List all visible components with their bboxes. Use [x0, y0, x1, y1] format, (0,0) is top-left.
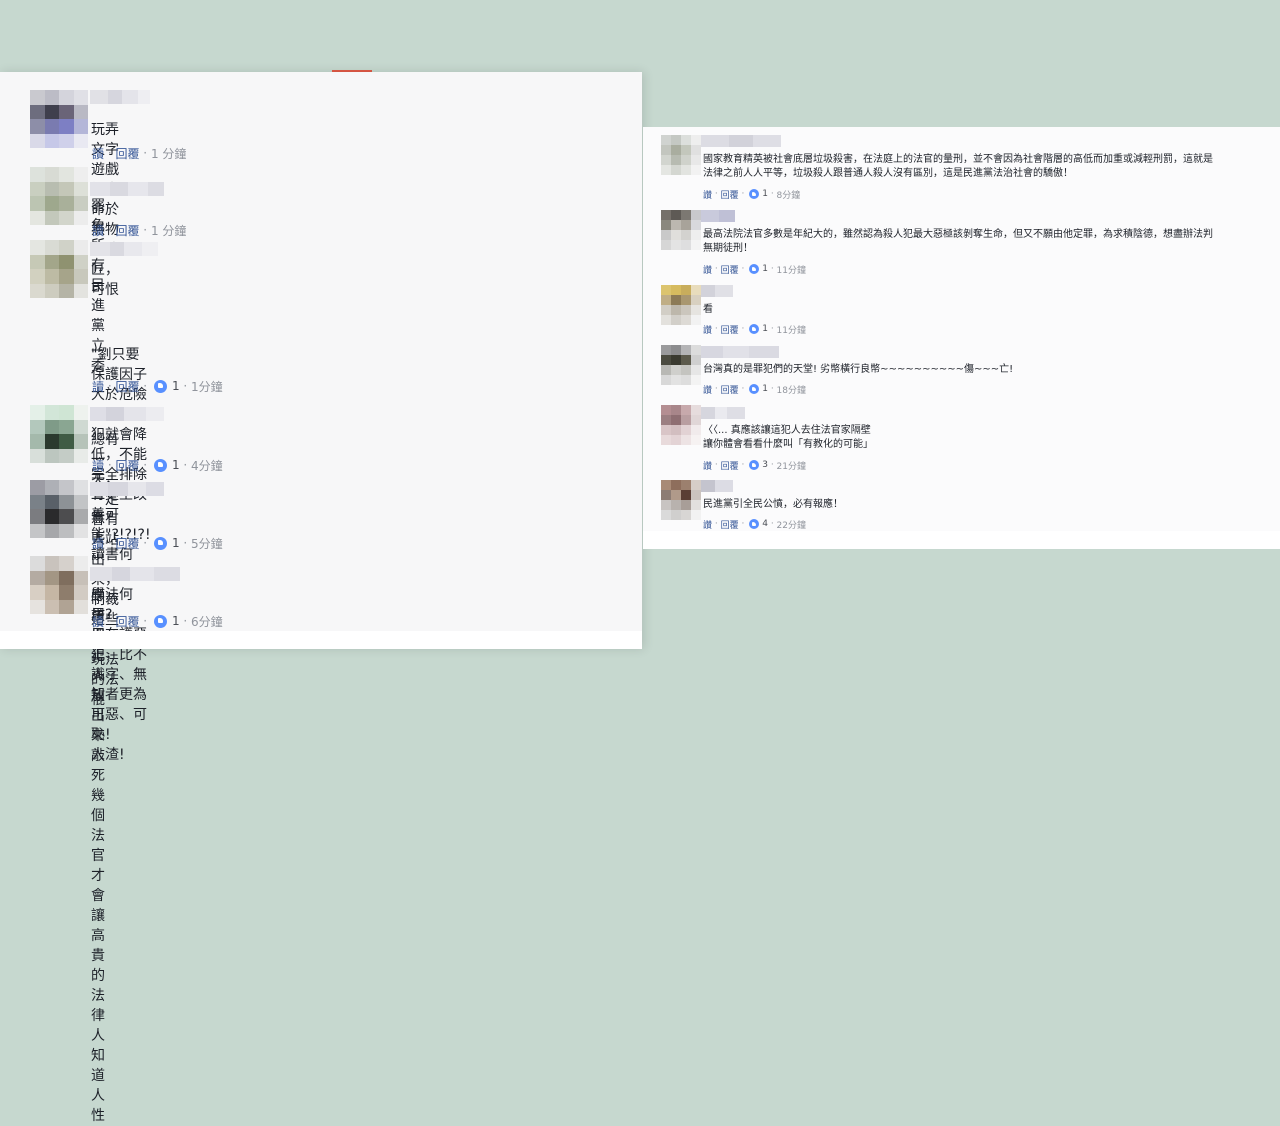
like-reaction-icon[interactable] [749, 264, 760, 274]
like-count[interactable]: 1 [172, 614, 180, 628]
blurred-name [701, 480, 733, 492]
like-link[interactable]: 讚 [703, 383, 712, 396]
avatar[interactable] [661, 285, 701, 325]
reply-link[interactable]: 回覆 [115, 613, 139, 630]
comment-time[interactable]: 22分鐘 [777, 518, 806, 531]
comment-meta: 讚 · 回覆 · 1 · 18分鐘 [703, 383, 806, 396]
blurred-name [90, 242, 158, 256]
like-reaction-icon[interactable] [749, 324, 760, 334]
like-link[interactable]: 讀 [92, 378, 104, 395]
like-link[interactable]: 讀 [92, 145, 104, 162]
like-link[interactable]: 讚 [703, 263, 712, 276]
avatar[interactable] [661, 345, 701, 385]
avatar[interactable] [661, 210, 701, 250]
like-link[interactable]: 讀 [92, 222, 104, 239]
comment-text: 台灣真的是罪犯們的天堂! 劣幣橫行良幣~~~~~~~~~~傷~~~亡! [703, 364, 1014, 375]
blurred-name [701, 285, 733, 297]
reply-link[interactable]: 回覆 [115, 145, 139, 162]
comment-meta: 讚 · 回覆 · 1 · 11分鐘 [703, 323, 806, 336]
comment-time[interactable]: 11分鐘 [777, 323, 806, 336]
panel-footer [0, 631, 642, 649]
avatar[interactable] [661, 135, 701, 175]
comment-time[interactable]: 5分鐘 [191, 535, 223, 552]
like-link[interactable]: 讀 [92, 457, 104, 474]
comment-time[interactable]: 11分鐘 [777, 263, 806, 276]
reply-link[interactable]: 回覆 [721, 383, 739, 396]
like-reaction-icon[interactable] [749, 384, 760, 394]
avatar[interactable] [661, 405, 701, 445]
like-link[interactable]: 讚 [703, 518, 712, 531]
comment-time[interactable]: 8分鐘 [777, 188, 801, 201]
blurred-name [90, 407, 164, 421]
blurred-name [701, 407, 745, 419]
reply-link[interactable]: 回覆 [115, 378, 139, 395]
like-reaction-icon[interactable] [749, 460, 760, 470]
comment-text: 國家教育精英被社會底層垃圾殺害，在法庭上的法官的量刑，並不會因為社會階層的高低而… [703, 154, 1213, 179]
comment-time[interactable]: 18分鐘 [777, 383, 806, 396]
comment-meta: 讚 · 回覆 · 3 · 21分鐘 [703, 459, 806, 472]
like-reaction-icon[interactable] [749, 519, 760, 529]
reply-link[interactable]: 回覆 [115, 535, 139, 552]
blurred-name [701, 135, 781, 147]
reply-link[interactable]: 回覆 [721, 518, 739, 531]
like-count[interactable]: 1 [172, 536, 180, 550]
blurred-name [90, 567, 180, 581]
comment-text: 應該把犯人放出來敲死幾個法官才會讓高貴的法律人知道人性 [91, 588, 105, 1124]
avatar[interactable] [30, 556, 88, 614]
like-link[interactable]: 讚 [703, 459, 712, 472]
like-reaction-icon[interactable] [153, 379, 167, 393]
comment-time[interactable]: 21分鐘 [777, 459, 806, 472]
like-link[interactable]: 讀 [92, 613, 104, 630]
blurred-name [90, 182, 164, 196]
comment-text: 看 [703, 304, 713, 315]
comment-meta: 讀 · 回覆 · 1 · 1分鐘 [92, 378, 223, 395]
blurred-name [90, 90, 150, 104]
reply-link[interactable]: 回覆 [115, 222, 139, 239]
comment-time[interactable]: 1 分鐘 [151, 145, 186, 162]
comment-time[interactable]: 6分鐘 [191, 613, 223, 630]
comment-time[interactable]: 1 分鐘 [151, 222, 186, 239]
panel-footer [643, 531, 1280, 549]
like-count[interactable]: 1 [172, 379, 180, 393]
avatar[interactable] [661, 480, 701, 520]
like-reaction-icon[interactable] [153, 614, 167, 628]
reply-link[interactable]: 回覆 [721, 188, 739, 201]
comment-meta: 讚 · 回覆 · 1 · 8分鐘 [703, 188, 801, 201]
comment-meta: 讀 · 回覆 · 1 分鐘 [92, 145, 187, 162]
comment-time[interactable]: 1分鐘 [191, 378, 223, 395]
right-comment-panel: 國家教育精英被社會底層垃圾殺害，在法庭上的法官的量刑，並不會因為社會階層的高低而… [643, 127, 1280, 549]
comment-time[interactable]: 4分鐘 [191, 457, 223, 474]
comment-meta: 讚 · 回覆 · 4 · 22分鐘 [703, 518, 806, 531]
comment-meta: 讀 · 回覆 · 1 · 5分鐘 [92, 535, 223, 552]
comment-meta: 讀 · 回覆 · 1 · 6分鐘 [92, 613, 223, 630]
reply-link[interactable]: 回覆 [721, 459, 739, 472]
comment-text: 最高法院法官多數是年紀大的，雖然認為殺人犯最大惡極該剝奪生命，但又不願由他定罪，… [703, 229, 1213, 254]
like-link[interactable]: 讚 [703, 323, 712, 336]
avatar[interactable] [30, 405, 88, 463]
blurred-name [701, 210, 735, 222]
reply-link[interactable]: 回覆 [721, 263, 739, 276]
comment-text: 〈〈... 真應該讓這犯人去住法官家隔壁 讓你體會看看什麼叫「有教化的可能」 [703, 425, 873, 450]
like-count[interactable]: 1 [172, 458, 180, 472]
avatar[interactable] [30, 167, 88, 225]
reply-link[interactable]: 回覆 [721, 323, 739, 336]
like-reaction-icon[interactable] [153, 458, 167, 472]
blurred-name [701, 346, 779, 358]
avatar[interactable] [30, 240, 88, 298]
comment-meta: 讀 · 回覆 · 1 · 4分鐘 [92, 457, 223, 474]
avatar[interactable] [30, 90, 88, 148]
like-link[interactable]: 讚 [703, 188, 712, 201]
comment-meta: 讀 · 回覆 · 1 分鐘 [92, 222, 187, 239]
blurred-name [90, 482, 164, 496]
reply-link[interactable]: 回覆 [115, 457, 139, 474]
like-link[interactable]: 讀 [92, 535, 104, 552]
left-comment-panel: 玩弄文字遊戲視生命於無物的法匠，可恨 讀 · 回覆 · 1 分鐘 罷免所有民進黨… [0, 72, 642, 1124]
avatar[interactable] [30, 480, 88, 538]
comment-meta: 讚 · 回覆 · 1 · 11分鐘 [703, 263, 806, 276]
like-reaction-icon[interactable] [749, 189, 760, 199]
comment-text: 民進黨引全民公憤，必有報應！ [703, 499, 843, 510]
like-reaction-icon[interactable] [153, 536, 167, 550]
